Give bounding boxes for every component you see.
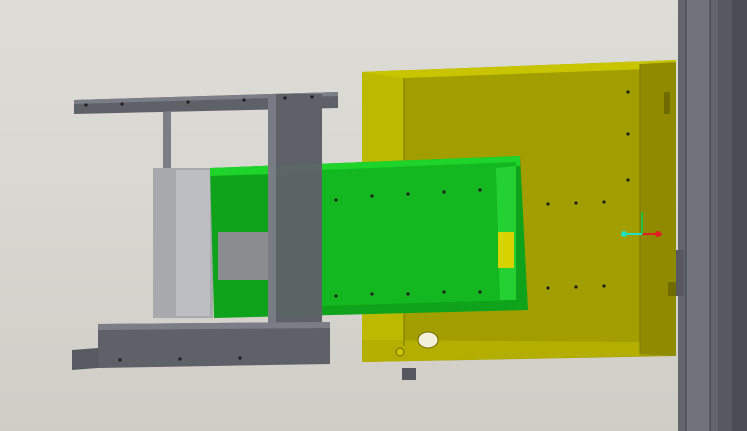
model-canvas (72, 0, 747, 431)
green-drawer-part[interactable] (210, 156, 528, 318)
cad-viewport[interactable] (0, 0, 747, 431)
right-column-part[interactable] (676, 0, 747, 431)
